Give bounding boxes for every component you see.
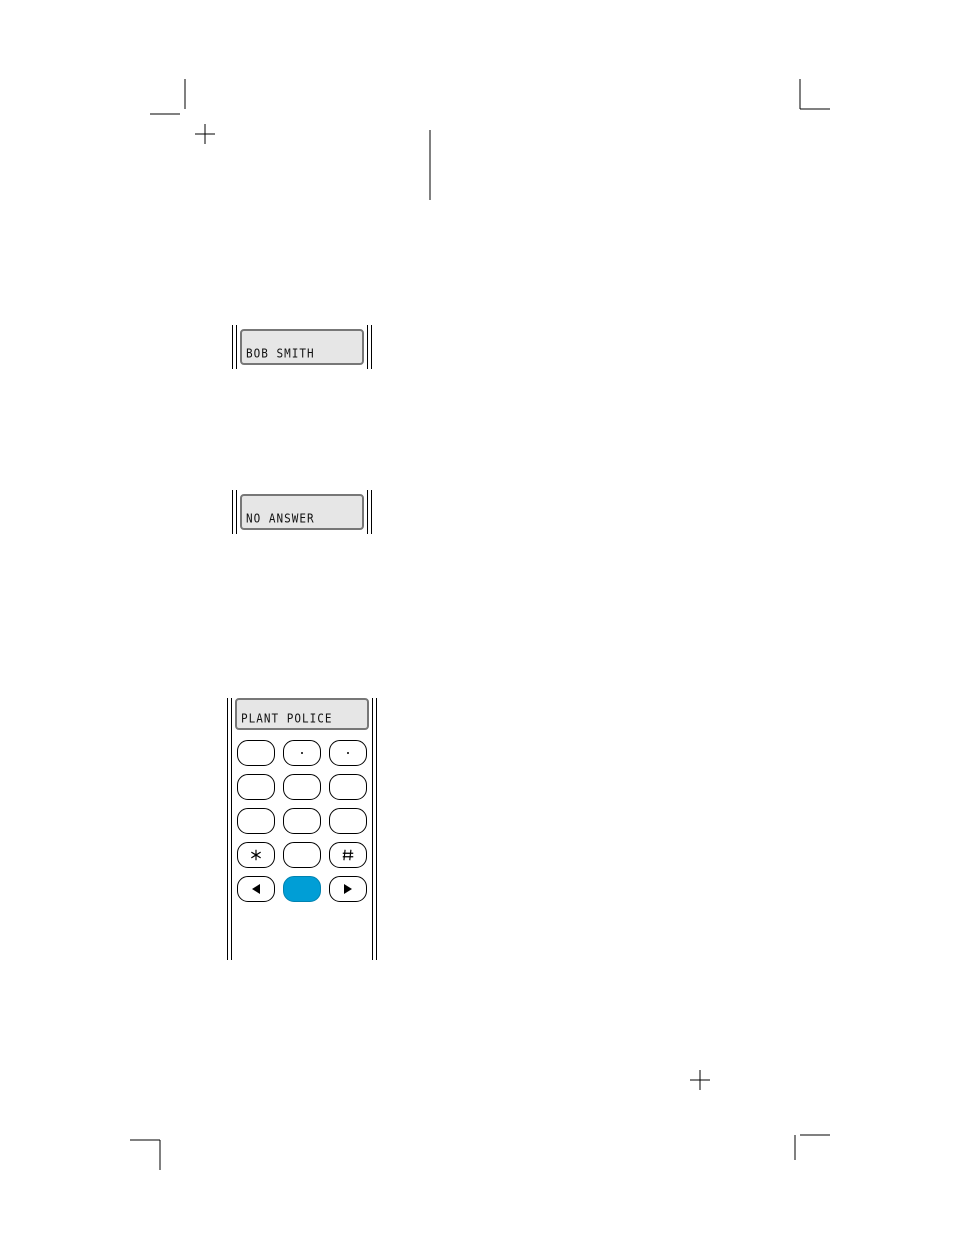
arrow-left-icon [252,884,260,894]
key-4[interactable] [237,774,275,800]
key-2-dot-icon [301,752,303,754]
key-right[interactable] [329,876,367,902]
key-0[interactable] [283,842,321,868]
key-3-dot-icon [347,752,349,754]
keypad-screen-text: PLANT POLICE [241,711,332,726]
crop-mark-bottom-right [760,1110,830,1160]
hash-icon [341,848,355,862]
keypad-body: PLANT POLICE [235,698,369,960]
arrow-right-icon [344,884,352,894]
lcd2-frame-left [232,490,237,534]
key-6[interactable] [329,774,367,800]
keypad-module: PLANT POLICE [227,698,377,960]
key-5[interactable] [283,774,321,800]
crop-mark-top-center [400,130,460,210]
key-hash[interactable] [329,842,367,868]
keypad-screen: PLANT POLICE [235,698,369,730]
key-9[interactable] [329,808,367,834]
keypad-frame-left [227,698,232,960]
lcd2-screen: NO ANSWER [240,494,364,530]
lcd2-text: NO ANSWER [246,511,315,526]
lcd2-frame-right [367,490,372,534]
lcd1-text: BOB SMITH [246,346,315,361]
lcd-display-1: BOB SMITH [232,325,372,369]
key-star[interactable] [237,842,275,868]
key-left[interactable] [237,876,275,902]
crop-mark-top-left [150,79,220,149]
lcd1-screen: BOB SMITH [240,329,364,365]
asterisk-icon [249,848,263,862]
key-3[interactable] [329,740,367,766]
crop-mark-bottom-left [130,1110,190,1170]
lcd-display-2: NO ANSWER [232,490,372,534]
lcd1-frame-left [232,325,237,369]
keypad-grid [235,740,369,902]
key-8[interactable] [283,808,321,834]
key-2[interactable] [283,740,321,766]
crop-mark-top-right [770,79,830,139]
key-1[interactable] [237,740,275,766]
key-ptt[interactable] [283,876,321,902]
keypad-frame-right [372,698,377,960]
lcd1-frame-right [367,325,372,369]
key-7[interactable] [237,808,275,834]
crop-mark-bottom-right-inner [690,1070,760,1140]
